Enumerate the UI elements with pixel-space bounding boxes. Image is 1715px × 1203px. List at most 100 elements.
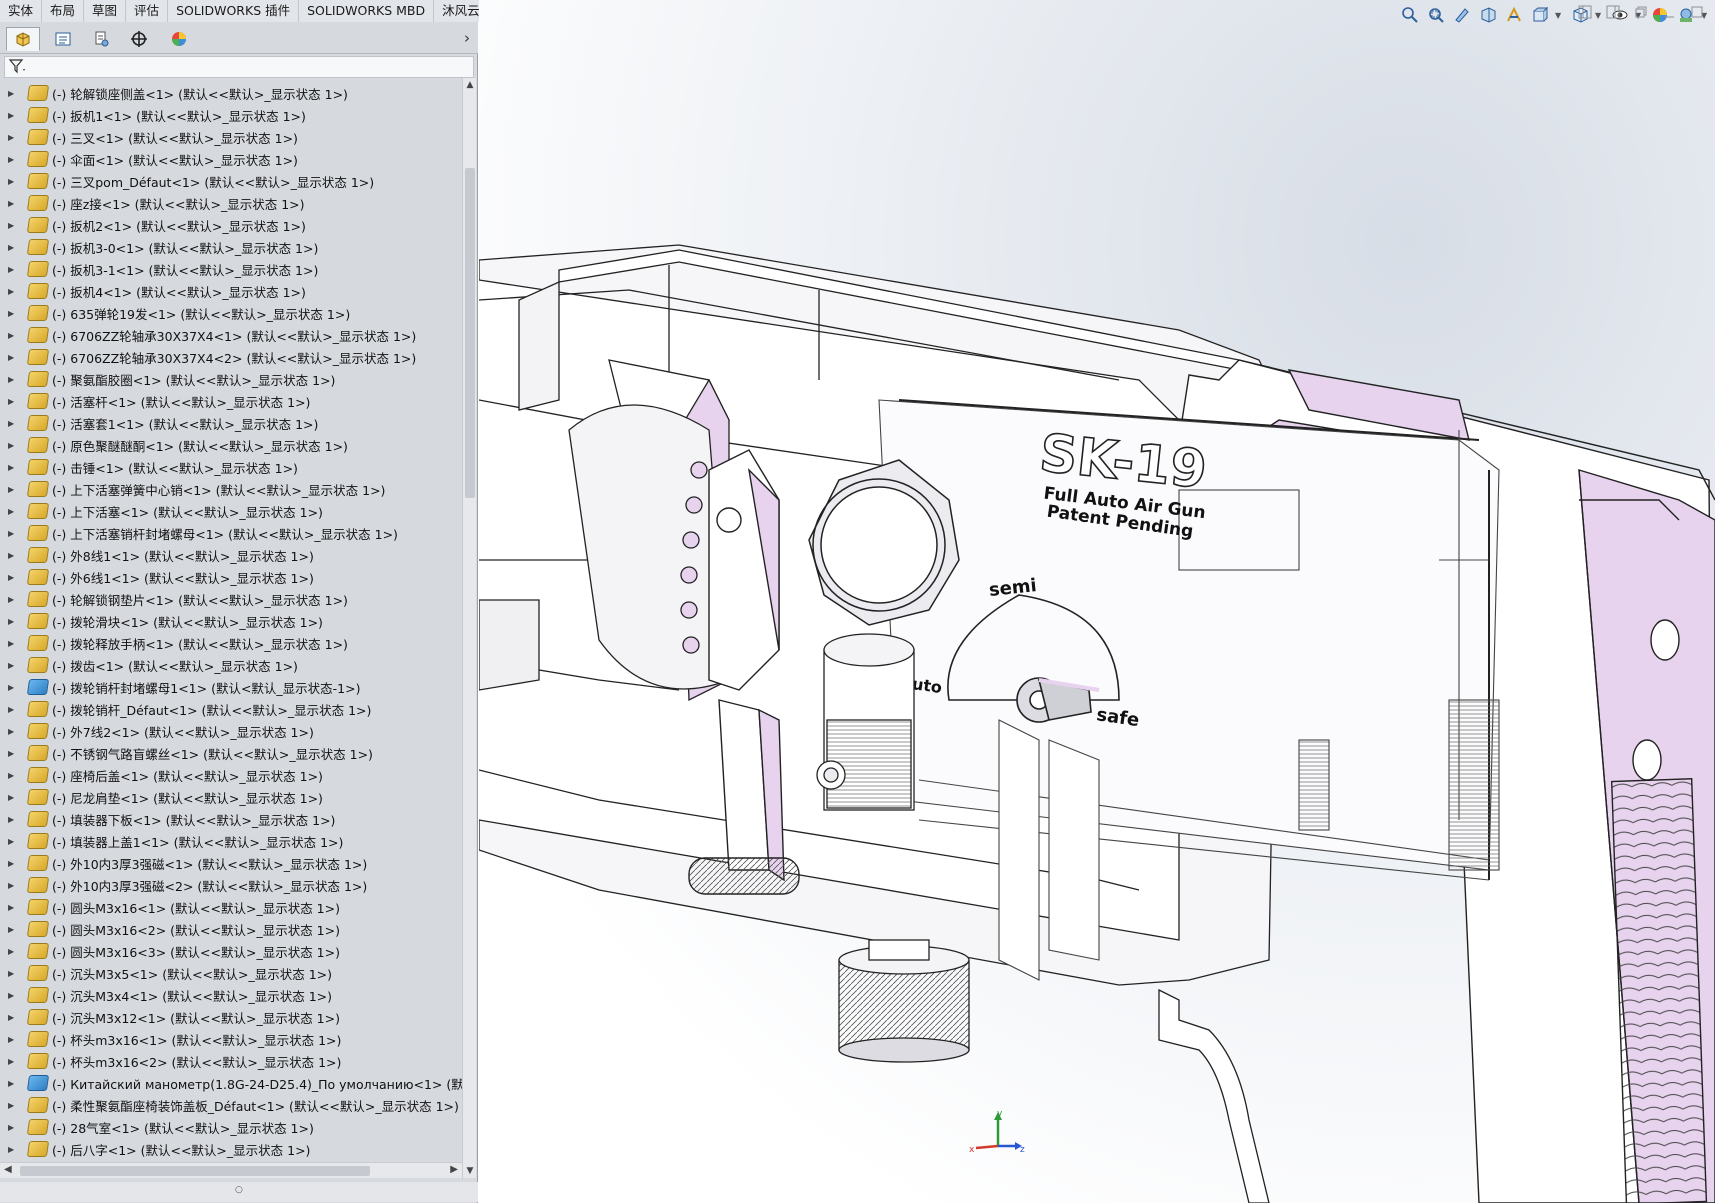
tree-filter[interactable] — [4, 56, 474, 78]
expand-arrow-icon[interactable]: ▶ — [8, 903, 22, 912]
splitter-grip-icon[interactable]: ○ — [235, 1185, 243, 1195]
tree-item[interactable]: ▶ (-) Китайский манометр(1.8G-24-D25.4)_П… — [0, 1072, 462, 1094]
scroll-up-icon[interactable]: ▲ — [464, 80, 476, 90]
tree-item[interactable]: ▶ (-) 拨轮滑块<1> (默认<<默认>_显示状态 1>) — [0, 610, 462, 632]
scrollbar-thumb[interactable] — [465, 168, 475, 498]
command-tab[interactable]: SOLIDWORKS MBD — [299, 0, 435, 22]
tree-item[interactable]: ▶ (-) 635弹轮19发<1> (默认<<默认>_显示状态 1>) — [0, 302, 462, 324]
expand-arrow-icon[interactable]: ▶ — [8, 133, 22, 142]
scroll-left-icon[interactable]: ◀ — [4, 1164, 12, 1175]
featuremanager-tree-tab[interactable] — [6, 27, 40, 51]
tree-item[interactable]: ▶ (-) 扳机4<1> (默认<<默认>_显示状态 1>) — [0, 280, 462, 302]
expand-arrow-icon[interactable]: ▶ — [8, 639, 22, 648]
3d-model-view[interactable]: SK-19 Full Auto Air Gun Patent Pending s… — [479, 0, 1715, 1203]
tree-item[interactable]: ▶ (-) 三叉<1> (默认<<默认>_显示状态 1>) — [0, 126, 462, 148]
tree-item[interactable]: ▶ (-) 后八字<1> (默认<<默认>_显示状态 1>) — [0, 1138, 462, 1160]
expand-arrow-icon[interactable]: ▶ — [8, 991, 22, 1000]
expand-arrow-icon[interactable]: ▶ — [8, 529, 22, 538]
tree-item[interactable]: ▶ (-) 沉头M3x12<1> (默认<<默认>_显示状态 1>) — [0, 1006, 462, 1028]
tree-item[interactable]: ▶ (-) 扳机3-0<1> (默认<<默认>_显示状态 1>) — [0, 236, 462, 258]
tree-item[interactable]: ▶ (-) 拨轮销杆封堵螺母1<1> (默认<默认_显示状态-1>) — [0, 676, 462, 698]
collapse-panel-icon[interactable]: › — [464, 29, 470, 47]
tree-item[interactable]: ▶ (-) 击锤<1> (默认<<默认>_显示状态 1>) — [0, 456, 462, 478]
tree-item[interactable]: ▶ (-) 轮解锁座侧盖<1> (默认<<默认>_显示状态 1>) — [0, 82, 462, 104]
tree-item[interactable]: ▶ (-) 上下活塞销杆封堵螺母<1> (默认<<默认>_显示状态 1>) — [0, 522, 462, 544]
expand-arrow-icon[interactable]: ▶ — [8, 441, 22, 450]
tree-item[interactable]: ▶ (-) 杯头m3x16<2> (默认<<默认>_显示状态 1>) — [0, 1050, 462, 1072]
display-manager-tab[interactable] — [162, 27, 196, 51]
tree-item[interactable]: ▶ (-) 杯头m3x16<1> (默认<<默认>_显示状态 1>) — [0, 1028, 462, 1050]
tree-item[interactable]: ▶ (-) 拨轮销杆_Défaut<1> (默认<<默认>_显示状态 1>) — [0, 698, 462, 720]
tree-item[interactable]: ▶ (-) 沉头M3x5<1> (默认<<默认>_显示状态 1>) — [0, 962, 462, 984]
command-tab[interactable]: 草图 — [84, 0, 127, 22]
tree-item[interactable]: ▶ (-) 圆头M3x16<3> (默认<<默认>_显示状态 1>) — [0, 940, 462, 962]
expand-arrow-icon[interactable]: ▶ — [8, 1145, 22, 1154]
expand-arrow-icon[interactable]: ▶ — [8, 749, 22, 758]
tree-item[interactable]: ▶ (-) 扳机1<1> (默认<<默认>_显示状态 1>) — [0, 104, 462, 126]
tree-item[interactable]: ▶ (-) 上下活塞<1> (默认<<默认>_显示状态 1>) — [0, 500, 462, 522]
expand-arrow-icon[interactable]: ▶ — [8, 595, 22, 604]
tree-item[interactable]: ▶ (-) 6706ZZ轮轴承30X37X4<2> (默认<<默认>_显示状态 1… — [0, 346, 462, 368]
expand-arrow-icon[interactable]: ▶ — [8, 1057, 22, 1066]
expand-arrow-icon[interactable]: ▶ — [8, 353, 22, 362]
tree-item[interactable]: ▶ (-) 尼龙肩垫<1> (默认<<默认>_显示状态 1>) — [0, 786, 462, 808]
tree-item[interactable]: ▶ (-) 圆头M3x16<2> (默认<<默认>_显示状态 1>) — [0, 918, 462, 940]
expand-arrow-icon[interactable]: ▶ — [8, 419, 22, 428]
expand-arrow-icon[interactable]: ▶ — [8, 617, 22, 626]
tree-item[interactable]: ▶ (-) 外8线1<1> (默认<<默认>_显示状态 1>) — [0, 544, 462, 566]
tree-item[interactable]: ▶ (-) 轮解锁钢垫片<1> (默认<<默认>_显示状态 1>) — [0, 588, 462, 610]
expand-arrow-icon[interactable]: ▶ — [8, 661, 22, 670]
expand-arrow-icon[interactable]: ▶ — [8, 551, 22, 560]
tree-item[interactable]: ▶ (-) 外7线2<1> (默认<<默认>_显示状态 1>) — [0, 720, 462, 742]
expand-arrow-icon[interactable]: ▶ — [8, 243, 22, 252]
expand-arrow-icon[interactable]: ▶ — [8, 463, 22, 472]
expand-arrow-icon[interactable]: ▶ — [8, 859, 22, 868]
graphics-area[interactable]: ▼ ▼ ▼ ▼ ▼ — [479, 0, 1715, 1203]
tree-item[interactable]: ▶ (-) 伞面<1> (默认<<默认>_显示状态 1>) — [0, 148, 462, 170]
expand-arrow-icon[interactable]: ▶ — [8, 1035, 22, 1044]
panel-splitter[interactable]: ○ — [0, 1182, 478, 1202]
tree-item[interactable]: ▶ (-) 填装器下板<1> (默认<<默认>_显示状态 1>) — [0, 808, 462, 830]
scrollbar-thumb[interactable] — [20, 1166, 370, 1176]
expand-arrow-icon[interactable]: ▶ — [8, 375, 22, 384]
command-tab[interactable]: 实体 — [0, 0, 43, 22]
tree-horizontal-scrollbar[interactable]: ◀ ▶ — [0, 1162, 462, 1178]
tree-item[interactable]: ▶ (-) 上下活塞弹簧中心销<1> (默认<<默认>_显示状态 1>) — [0, 478, 462, 500]
property-manager-tab[interactable] — [46, 27, 80, 51]
filter-icon[interactable] — [8, 58, 26, 78]
tree-item[interactable]: ▶ (-) 活塞杆<1> (默认<<默认>_显示状态 1>) — [0, 390, 462, 412]
expand-arrow-icon[interactable]: ▶ — [8, 309, 22, 318]
scroll-right-icon[interactable]: ▶ — [450, 1164, 458, 1175]
expand-arrow-icon[interactable]: ▶ — [8, 287, 22, 296]
tree-item[interactable]: ▶ (-) 外10内3厚3强磁<2> (默认<<默认>_显示状态 1>) — [0, 874, 462, 896]
expand-arrow-icon[interactable]: ▶ — [8, 837, 22, 846]
expand-arrow-icon[interactable]: ▶ — [8, 727, 22, 736]
expand-arrow-icon[interactable]: ▶ — [8, 155, 22, 164]
expand-arrow-icon[interactable]: ▶ — [8, 1123, 22, 1132]
tree-vertical-scrollbar[interactable]: ▲ ▼ — [462, 78, 476, 1178]
tree-item[interactable]: ▶ (-) 座椅后盖<1> (默认<<默认>_显示状态 1>) — [0, 764, 462, 786]
tree-item[interactable]: ▶ (-) 原色聚醚醚酮<1> (默认<<默认>_显示状态 1>) — [0, 434, 462, 456]
tree-item[interactable]: ▶ (-) 填装器上盖1<1> (默认<<默认>_显示状态 1>) — [0, 830, 462, 852]
tree-item[interactable]: ▶ (-) 柔性聚氨酯座椅装饰盖板_Défaut<1> (默认<<默认>_显示状态… — [0, 1094, 462, 1116]
expand-arrow-icon[interactable]: ▶ — [8, 111, 22, 120]
expand-arrow-icon[interactable]: ▶ — [8, 89, 22, 98]
tree-item[interactable]: ▶ (-) 活塞套1<1> (默认<<默认>_显示状态 1>) — [0, 412, 462, 434]
tree-item[interactable]: ▶ (-) 6706ZZ轮轴承30X37X4<1> (默认<<默认>_显示状态 1… — [0, 324, 462, 346]
tree-item[interactable]: ▶ (-) 拨齿<1> (默认<<默认>_显示状态 1>) — [0, 654, 462, 676]
expand-arrow-icon[interactable]: ▶ — [8, 925, 22, 934]
expand-arrow-icon[interactable]: ▶ — [8, 485, 22, 494]
expand-arrow-icon[interactable]: ▶ — [8, 507, 22, 516]
configuration-manager-tab[interactable] — [84, 27, 118, 51]
tree-item[interactable]: ▶ (-) 聚氨酯胶圈<1> (默认<<默认>_显示状态 1>) — [0, 368, 462, 390]
expand-arrow-icon[interactable]: ▶ — [8, 815, 22, 824]
expand-arrow-icon[interactable]: ▶ — [8, 199, 22, 208]
expand-arrow-icon[interactable]: ▶ — [8, 265, 22, 274]
tree-item[interactable]: ▶ (-) 外6线1<1> (默认<<默认>_显示状态 1>) — [0, 566, 462, 588]
expand-arrow-icon[interactable]: ▶ — [8, 1101, 22, 1110]
tree-item[interactable]: ▶ (-) 外10内3厚3强磁<1> (默认<<默认>_显示状态 1>) — [0, 852, 462, 874]
expand-arrow-icon[interactable]: ▶ — [8, 793, 22, 802]
tree-item[interactable]: ▶ (-) 圆头M3x16<1> (默认<<默认>_显示状态 1>) — [0, 896, 462, 918]
expand-arrow-icon[interactable]: ▶ — [8, 397, 22, 406]
expand-arrow-icon[interactable]: ▶ — [8, 331, 22, 340]
